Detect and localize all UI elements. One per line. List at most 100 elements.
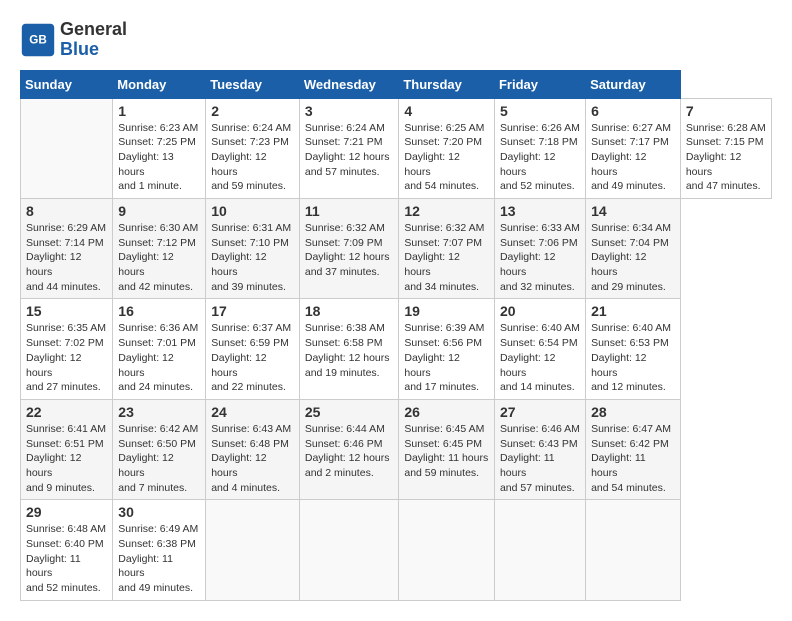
day-number: 2 <box>211 103 294 119</box>
day-info: Sunrise: 6:40 AM Sunset: 6:53 PM Dayligh… <box>591 321 675 394</box>
weekday-header-saturday: Saturday <box>586 70 681 98</box>
week-row-4: 22 Sunrise: 6:41 AM Sunset: 6:51 PM Dayli… <box>21 399 772 499</box>
day-number: 17 <box>211 303 294 319</box>
day-info: Sunrise: 6:37 AM Sunset: 6:59 PM Dayligh… <box>211 321 294 394</box>
calendar-body: 1 Sunrise: 6:23 AM Sunset: 7:25 PM Daylig… <box>21 98 772 600</box>
day-number: 10 <box>211 203 294 219</box>
day-info: Sunrise: 6:26 AM Sunset: 7:18 PM Dayligh… <box>500 121 580 194</box>
calendar-cell <box>494 500 585 600</box>
weekday-header-tuesday: Tuesday <box>206 70 300 98</box>
weekday-header-wednesday: Wednesday <box>299 70 399 98</box>
day-number: 30 <box>118 504 200 520</box>
day-number: 7 <box>686 103 766 119</box>
week-row-3: 15 Sunrise: 6:35 AM Sunset: 7:02 PM Dayli… <box>21 299 772 399</box>
day-number: 1 <box>118 103 200 119</box>
day-info: Sunrise: 6:35 AM Sunset: 7:02 PM Dayligh… <box>26 321 107 394</box>
day-number: 5 <box>500 103 580 119</box>
calendar-cell: 25 Sunrise: 6:44 AM Sunset: 6:46 PM Dayli… <box>299 399 399 499</box>
logo: GB GeneralBlue <box>20 20 127 60</box>
day-info: Sunrise: 6:40 AM Sunset: 6:54 PM Dayligh… <box>500 321 580 394</box>
weekday-header-thursday: Thursday <box>399 70 495 98</box>
day-number: 16 <box>118 303 200 319</box>
day-number: 18 <box>305 303 394 319</box>
day-number: 8 <box>26 203 107 219</box>
calendar-cell: 10 Sunrise: 6:31 AM Sunset: 7:10 PM Dayli… <box>206 199 300 299</box>
calendar-cell: 14 Sunrise: 6:34 AM Sunset: 7:04 PM Dayli… <box>586 199 681 299</box>
calendar-cell: 19 Sunrise: 6:39 AM Sunset: 6:56 PM Dayli… <box>399 299 495 399</box>
day-number: 25 <box>305 404 394 420</box>
calendar-cell <box>586 500 681 600</box>
day-info: Sunrise: 6:28 AM Sunset: 7:15 PM Dayligh… <box>686 121 766 194</box>
calendar-cell: 22 Sunrise: 6:41 AM Sunset: 6:51 PM Dayli… <box>21 399 113 499</box>
day-info: Sunrise: 6:45 AM Sunset: 6:45 PM Dayligh… <box>404 422 489 481</box>
calendar-cell: 26Sunrise: 6:45 AM Sunset: 6:45 PM Dayli… <box>399 399 495 499</box>
svg-text:GB: GB <box>29 33 47 46</box>
calendar-cell <box>399 500 495 600</box>
day-number: 3 <box>305 103 394 119</box>
calendar-cell: 16 Sunrise: 6:36 AM Sunset: 7:01 PM Dayli… <box>113 299 206 399</box>
day-number: 22 <box>26 404 107 420</box>
calendar-cell: 12Sunrise: 6:32 AM Sunset: 7:07 PM Dayli… <box>399 199 495 299</box>
day-info: Sunrise: 6:46 AM Sunset: 6:43 PM Dayligh… <box>500 422 580 495</box>
logo-icon: GB <box>20 22 56 58</box>
calendar-cell: 13Sunrise: 6:33 AM Sunset: 7:06 PM Dayli… <box>494 199 585 299</box>
calendar-cell <box>206 500 300 600</box>
calendar-cell: 20Sunrise: 6:40 AM Sunset: 6:54 PM Dayli… <box>494 299 585 399</box>
day-info: Sunrise: 6:30 AM Sunset: 7:12 PM Dayligh… <box>118 221 200 294</box>
calendar-cell <box>299 500 399 600</box>
calendar-cell <box>21 98 113 198</box>
calendar-cell: 11 Sunrise: 6:32 AM Sunset: 7:09 PM Dayli… <box>299 199 399 299</box>
day-info: Sunrise: 6:42 AM Sunset: 6:50 PM Dayligh… <box>118 422 200 495</box>
day-info: Sunrise: 6:27 AM Sunset: 7:17 PM Dayligh… <box>591 121 675 194</box>
day-info: Sunrise: 6:31 AM Sunset: 7:10 PM Dayligh… <box>211 221 294 294</box>
day-info: Sunrise: 6:47 AM Sunset: 6:42 PM Dayligh… <box>591 422 675 495</box>
week-row-5: 29 Sunrise: 6:48 AM Sunset: 6:40 PM Dayli… <box>21 500 772 600</box>
calendar-cell: 24 Sunrise: 6:43 AM Sunset: 6:48 PM Dayli… <box>206 399 300 499</box>
day-number: 14 <box>591 203 675 219</box>
day-info: Sunrise: 6:48 AM Sunset: 6:40 PM Dayligh… <box>26 522 107 595</box>
day-number: 11 <box>305 203 394 219</box>
calendar-cell: 21 Sunrise: 6:40 AM Sunset: 6:53 PM Dayli… <box>586 299 681 399</box>
logo-text: GeneralBlue <box>60 20 127 60</box>
calendar: SundayMondayTuesdayWednesdayThursdayFrid… <box>20 70 772 601</box>
day-info: Sunrise: 6:32 AM Sunset: 7:07 PM Dayligh… <box>404 221 489 294</box>
day-number: 29 <box>26 504 107 520</box>
day-number: 21 <box>591 303 675 319</box>
day-info: Sunrise: 6:33 AM Sunset: 7:06 PM Dayligh… <box>500 221 580 294</box>
calendar-cell: 6 Sunrise: 6:27 AM Sunset: 7:17 PM Daylig… <box>586 98 681 198</box>
day-info: Sunrise: 6:34 AM Sunset: 7:04 PM Dayligh… <box>591 221 675 294</box>
calendar-cell: 15 Sunrise: 6:35 AM Sunset: 7:02 PM Dayli… <box>21 299 113 399</box>
day-info: Sunrise: 6:24 AM Sunset: 7:21 PM Dayligh… <box>305 121 394 180</box>
day-number: 9 <box>118 203 200 219</box>
calendar-cell: 9 Sunrise: 6:30 AM Sunset: 7:12 PM Daylig… <box>113 199 206 299</box>
day-info: Sunrise: 6:25 AM Sunset: 7:20 PM Dayligh… <box>404 121 489 194</box>
day-number: 6 <box>591 103 675 119</box>
day-info: Sunrise: 6:44 AM Sunset: 6:46 PM Dayligh… <box>305 422 394 481</box>
calendar-cell: 23Sunrise: 6:42 AM Sunset: 6:50 PM Dayli… <box>113 399 206 499</box>
day-number: 19 <box>404 303 489 319</box>
day-number: 15 <box>26 303 107 319</box>
day-info: Sunrise: 6:41 AM Sunset: 6:51 PM Dayligh… <box>26 422 107 495</box>
page-header: GB GeneralBlue <box>20 20 772 60</box>
calendar-cell: 7 Sunrise: 6:28 AM Sunset: 7:15 PM Daylig… <box>680 98 771 198</box>
calendar-cell: 2Sunrise: 6:24 AM Sunset: 7:23 PM Daylig… <box>206 98 300 198</box>
calendar-cell: 5 Sunrise: 6:26 AM Sunset: 7:18 PM Daylig… <box>494 98 585 198</box>
day-number: 24 <box>211 404 294 420</box>
calendar-cell: 4 Sunrise: 6:25 AM Sunset: 7:20 PM Daylig… <box>399 98 495 198</box>
day-number: 4 <box>404 103 489 119</box>
day-info: Sunrise: 6:38 AM Sunset: 6:58 PM Dayligh… <box>305 321 394 380</box>
weekday-header-row: SundayMondayTuesdayWednesdayThursdayFrid… <box>21 70 772 98</box>
calendar-cell: 1 Sunrise: 6:23 AM Sunset: 7:25 PM Daylig… <box>113 98 206 198</box>
calendar-cell: 28Sunrise: 6:47 AM Sunset: 6:42 PM Dayli… <box>586 399 681 499</box>
calendar-cell: 3 Sunrise: 6:24 AM Sunset: 7:21 PM Daylig… <box>299 98 399 198</box>
day-info: Sunrise: 6:39 AM Sunset: 6:56 PM Dayligh… <box>404 321 489 394</box>
day-info: Sunrise: 6:36 AM Sunset: 7:01 PM Dayligh… <box>118 321 200 394</box>
day-info: Sunrise: 6:49 AM Sunset: 6:38 PM Dayligh… <box>118 522 200 595</box>
day-info: Sunrise: 6:23 AM Sunset: 7:25 PM Dayligh… <box>118 121 200 194</box>
week-row-2: 8Sunrise: 6:29 AM Sunset: 7:14 PM Daylig… <box>21 199 772 299</box>
calendar-cell: 18 Sunrise: 6:38 AM Sunset: 6:58 PM Dayli… <box>299 299 399 399</box>
day-info: Sunrise: 6:43 AM Sunset: 6:48 PM Dayligh… <box>211 422 294 495</box>
day-info: Sunrise: 6:32 AM Sunset: 7:09 PM Dayligh… <box>305 221 394 280</box>
weekday-header-sunday: Sunday <box>21 70 113 98</box>
calendar-cell: 8Sunrise: 6:29 AM Sunset: 7:14 PM Daylig… <box>21 199 113 299</box>
